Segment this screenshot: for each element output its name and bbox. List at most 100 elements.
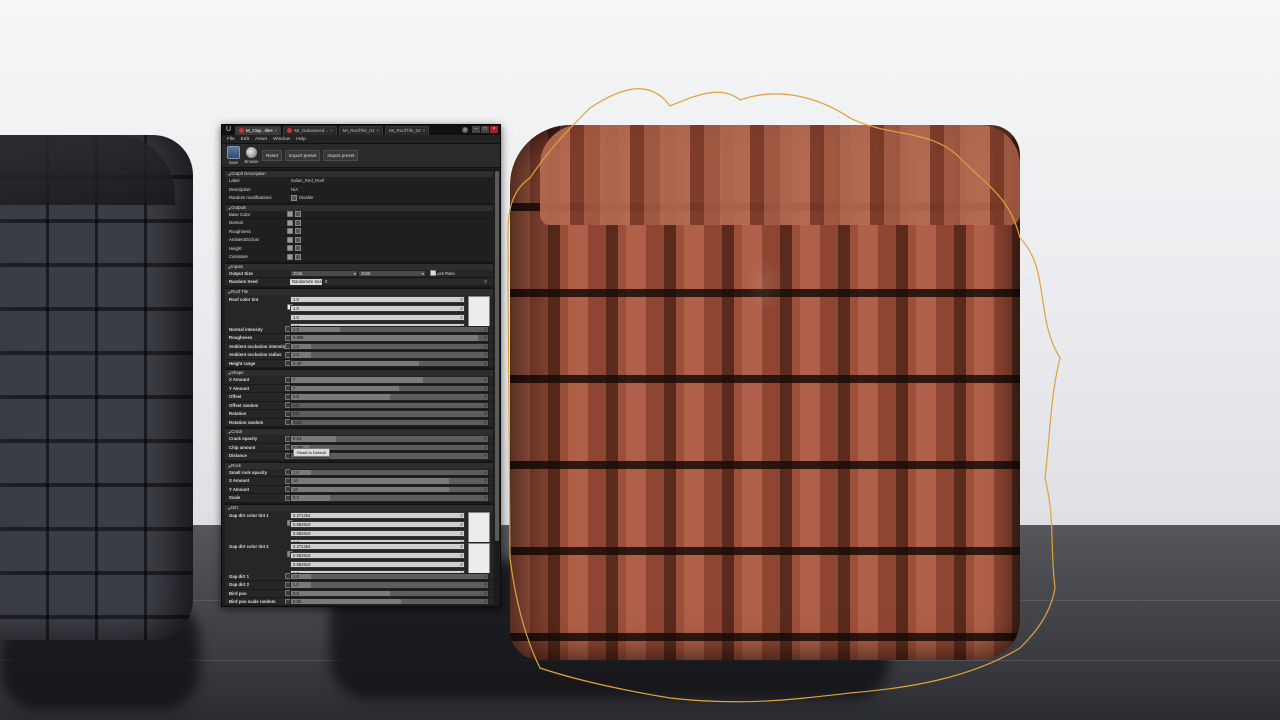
reset-icon[interactable]: ↺ — [460, 315, 463, 321]
reset-icon[interactable]: ↺ — [484, 420, 487, 426]
vector-component-field[interactable]: 0.962819 ↺ — [290, 529, 465, 537]
reset-icon[interactable]: ↺ — [484, 411, 487, 417]
close-tab-icon[interactable]: × — [376, 128, 379, 133]
vector-component-field[interactable]: 0.962819 ↺ — [290, 520, 465, 528]
color-preview[interactable] — [468, 542, 490, 574]
reset-icon[interactable]: ↺ — [484, 478, 487, 484]
output-swatch-icon[interactable] — [287, 219, 293, 226]
output-enable-checkbox[interactable] — [295, 245, 301, 252]
reset-icon[interactable]: ↺ — [460, 522, 463, 528]
param-slider-x-amount[interactable]: 7 ↺ — [290, 376, 489, 384]
param-slider-offset-random[interactable]: 0.0 ↺ — [290, 401, 489, 409]
section-rock[interactable]: Rock — [225, 461, 493, 469]
param-slider-ambient-occlusion-intensity[interactable]: 1.0 ↺ — [290, 342, 489, 350]
output-swatch-icon[interactable] — [287, 211, 293, 218]
help-icon[interactable]: ? — [462, 127, 468, 133]
output-swatch-icon[interactable] — [287, 253, 293, 260]
reset-icon[interactable]: ↺ — [484, 352, 487, 358]
param-slider-crack-opacity[interactable]: 0.23 ↺ — [290, 435, 489, 443]
details-scrollbar[interactable] — [495, 169, 499, 604]
param-slider-gap-dirt-1[interactable]: 1.0 ↺ — [290, 572, 489, 580]
menu-help[interactable]: Help — [296, 137, 306, 142]
reset-icon[interactable]: ↺ — [484, 495, 487, 501]
reset-button[interactable]: Reset — [262, 150, 283, 161]
viewport[interactable] — [0, 0, 1280, 720]
reset-icon[interactable]: ↺ — [484, 394, 487, 400]
output-enable-checkbox[interactable] — [295, 236, 301, 243]
section-graph-description[interactable]: Graph Description — [225, 170, 493, 177]
reset-icon[interactable]: ↺ — [460, 531, 463, 537]
maximize-icon[interactable]: □ — [481, 126, 489, 133]
output-enable-checkbox[interactable] — [295, 228, 301, 235]
section-shape[interactable]: Shape — [225, 369, 493, 376]
reset-icon[interactable]: ↺ — [460, 306, 463, 312]
reset-icon[interactable]: ↺ — [484, 344, 487, 350]
scrollbar-thumb[interactable] — [495, 171, 499, 541]
reset-icon[interactable]: ↺ — [484, 361, 487, 367]
minimize-icon[interactable]: – — [472, 126, 480, 133]
param-slider-x-amount[interactable]: 16 ↺ — [290, 477, 489, 485]
param-slider-height-range[interactable]: 0.46 ↺ — [290, 359, 489, 367]
reset-icon[interactable]: ↺ — [484, 599, 487, 604]
reset-icon[interactable]: ↺ — [484, 487, 487, 493]
section-dirt[interactable]: Dirt — [225, 503, 493, 511]
param-slider-bird-poo-scale-random[interactable]: 0.56 ↺ — [290, 598, 489, 604]
param-slider-gap-dirt-2[interactable]: 1.0 ↺ — [290, 581, 489, 589]
export-preset-button[interactable]: Export preset — [285, 150, 321, 161]
reset-icon[interactable]: ↺ — [484, 335, 487, 341]
reset-icon[interactable]: ↺ — [460, 513, 463, 519]
output-swatch-icon[interactable] — [287, 228, 293, 235]
reset-icon[interactable]: ↺ — [460, 297, 463, 303]
reset-icon[interactable]: ↺ — [484, 279, 487, 285]
menu-edit[interactable]: Edit — [241, 137, 249, 142]
param-slider-rotation-random[interactable]: 0.01 ↺ — [290, 418, 489, 426]
random-seed-slider[interactable]: 0 ↺ — [322, 278, 489, 286]
output-size-height-select[interactable]: 2048 ▾ — [358, 269, 426, 277]
close-tab-icon[interactable]: × — [330, 128, 333, 133]
reset-icon[interactable]: ↺ — [484, 470, 487, 476]
vector-component-field[interactable]: 0.371254 ↺ — [290, 511, 465, 519]
output-swatch-icon[interactable] — [287, 236, 293, 243]
color-preview[interactable] — [468, 511, 490, 543]
reset-icon[interactable]: ↺ — [484, 386, 487, 392]
vector-component-field[interactable]: 1.0 ↺ — [290, 304, 465, 312]
section-crack[interactable]: Crack — [225, 428, 493, 435]
reset-icon[interactable]: ↺ — [484, 403, 487, 409]
close-tab-icon[interactable]: × — [275, 128, 278, 133]
reset-icon[interactable]: ↺ — [460, 562, 463, 568]
param-slider-rotation[interactable]: 0.0 ↺ — [290, 410, 489, 418]
title-bar[interactable]: U M_Clay...tiles × MI_Galvanized... × MI_R… — [222, 125, 500, 135]
param-slider-bird-poo[interactable]: 0.5 ↺ — [290, 589, 489, 597]
close-window-icon[interactable]: × — [490, 126, 498, 133]
output-enable-checkbox[interactable] — [295, 253, 301, 260]
slate-roof-block[interactable] — [0, 135, 193, 640]
section-inputs[interactable]: Inputs — [225, 262, 493, 270]
randomize-seed-button[interactable]: Randomize Seed — [290, 279, 327, 285]
substance-editor-window[interactable]: U M_Clay...tiles × MI_Galvanized... × MI_R… — [221, 124, 501, 607]
reset-icon[interactable]: ↺ — [484, 453, 487, 459]
close-tab-icon[interactable]: × — [423, 128, 426, 133]
vector-component-field[interactable]: 1.0 ↺ — [290, 313, 465, 321]
param-slider-y-amount[interactable]: 7 ↺ — [290, 384, 489, 392]
output-swatch-icon[interactable] — [287, 245, 293, 252]
param-slider-small-rock-opacity[interactable]: 1.0 ↺ — [290, 468, 489, 476]
browse-button[interactable]: Browse — [244, 147, 259, 164]
reset-icon[interactable]: ↺ — [484, 436, 487, 442]
param-slider-scale[interactable]: 0.2 ↺ — [290, 494, 489, 502]
param-slider-normal-intensity[interactable]: 1.0 ↺ — [290, 325, 489, 333]
tab-1[interactable]: MI_Galvanized... × — [283, 125, 337, 135]
output-enable-checkbox[interactable] — [295, 211, 301, 218]
reset-icon[interactable]: ↺ — [460, 553, 463, 559]
save-button[interactable]: Save — [226, 146, 241, 165]
menu-window[interactable]: Window — [273, 137, 290, 142]
reset-icon[interactable]: ↺ — [484, 574, 487, 580]
section-outputs[interactable]: Outputs — [225, 203, 493, 211]
reset-icon[interactable]: ↺ — [484, 445, 487, 451]
vector-component-field[interactable]: 0.371254 ↺ — [290, 542, 465, 550]
vector-component-field[interactable]: 0.962819 ↺ — [290, 551, 465, 559]
reset-icon[interactable]: ↺ — [484, 377, 487, 383]
tab-2[interactable]: MI_RoofTile_01 × — [338, 125, 383, 135]
param-slider-roughness[interactable]: 0.968 ↺ — [290, 334, 489, 342]
param-slider-offset[interactable]: 0.5 ↺ — [290, 393, 489, 401]
vector-component-field[interactable]: 0.962819 ↺ — [290, 560, 465, 568]
